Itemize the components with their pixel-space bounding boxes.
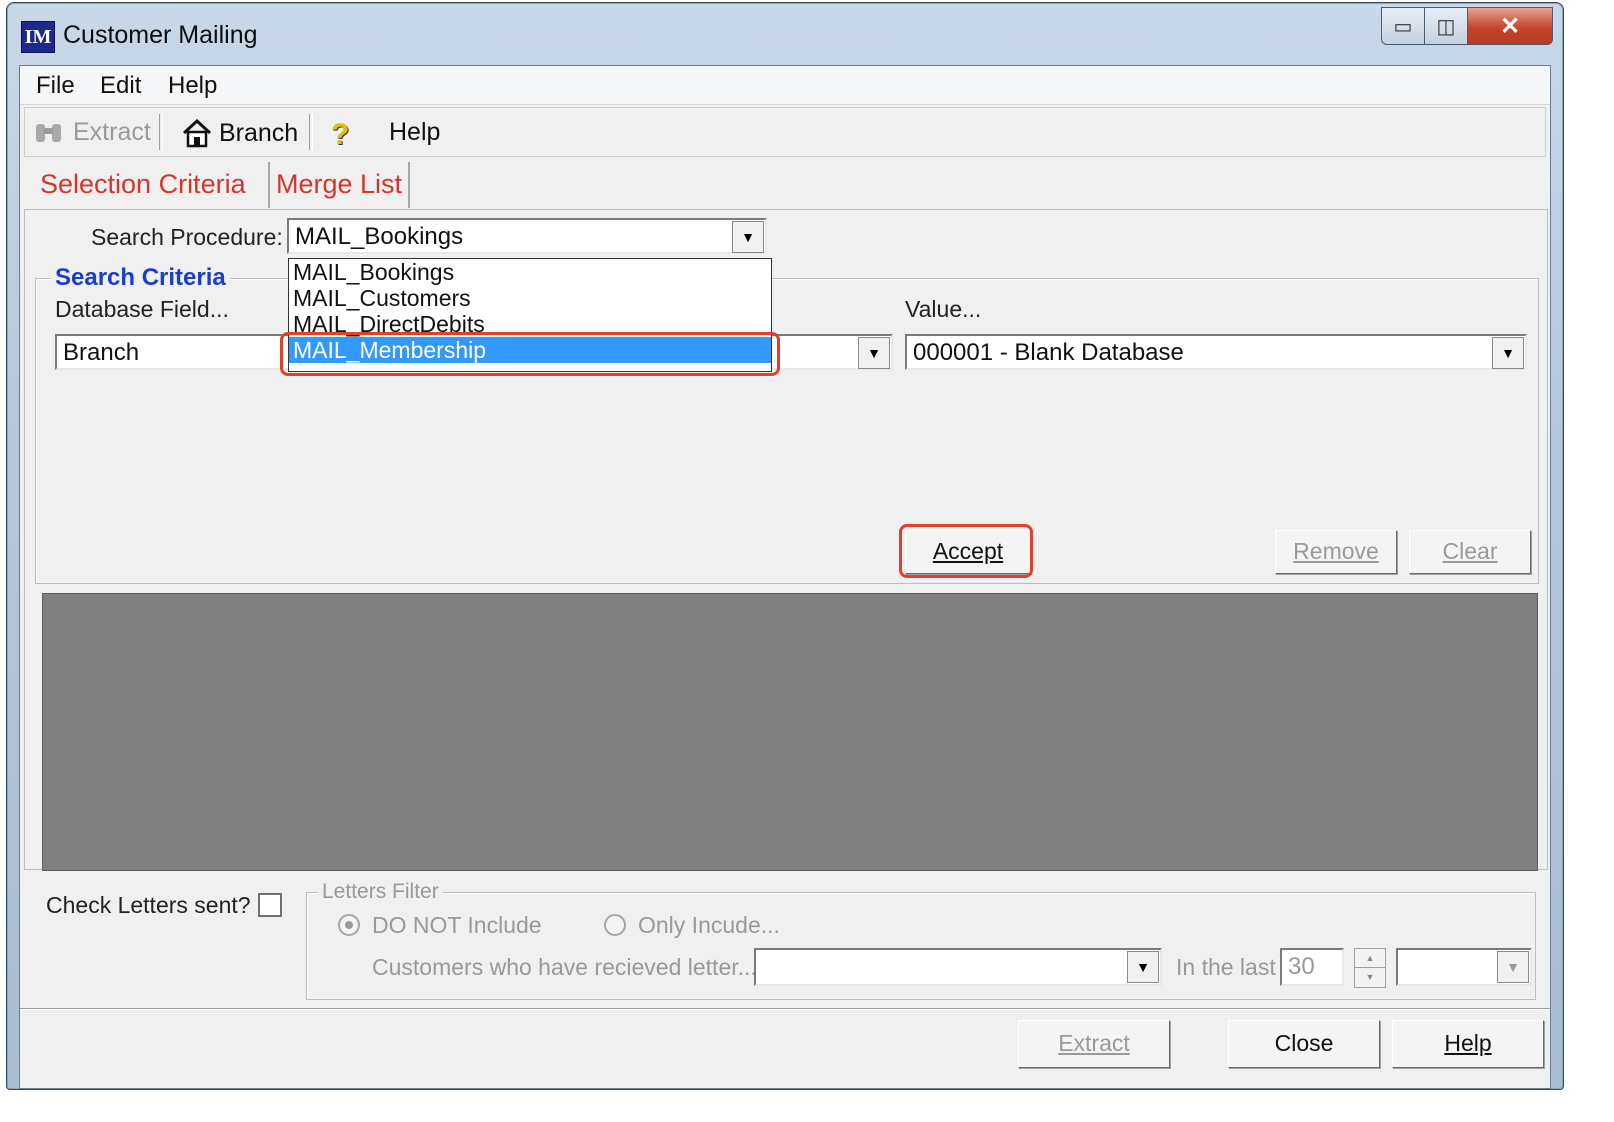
chevron-down-icon[interactable]: ▼ [1497,951,1529,983]
days-input[interactable]: 30 [1280,948,1344,986]
remove-button[interactable]: Remove [1275,530,1397,574]
toolbar-separator [159,114,163,150]
period-combo[interactable]: ▼ [1396,948,1532,986]
chevron-down-icon[interactable]: ▼ [732,221,764,253]
value-combo-value: 000001 - Blank Database [913,339,1184,366]
application-window: IM Customer Mailing ▭ ◫ ✕ File Edit Help… [6,2,1564,1090]
accept-highlight-annotation [899,524,1033,578]
chevron-down-icon[interactable]: ▼ [858,337,890,369]
search-procedure-combo[interactable]: MAIL_Bookings ▼ [287,218,767,254]
close-icon: ✕ [1499,12,1521,40]
minimize-button[interactable]: ▭ [1381,7,1425,45]
title-bar[interactable]: IM Customer Mailing ▭ ◫ ✕ [7,3,1563,63]
help-button[interactable]: Help [1392,1020,1544,1068]
clear-button-label: Clear [1442,538,1498,564]
check-letters-label: Check Letters sent? [46,892,251,918]
days-spinner[interactable]: ▲ ▼ [1354,948,1386,988]
menu-file[interactable]: File [36,72,75,100]
tab-merge-list[interactable]: Merge List [268,162,411,208]
chevron-down-icon[interactable]: ▼ [1127,951,1159,983]
extract-button[interactable]: Extract [1018,1020,1170,1068]
letters-filter-title: Letters Filter [318,880,443,904]
caption-buttons: ▭ ◫ ✕ [1381,7,1553,47]
dropdown-option[interactable]: MAIL_Customers [289,285,771,311]
toolbar-branch-button[interactable]: Branch [181,118,298,148]
binoculars-icon [36,123,61,142]
extract-button-label: Extract [1058,1030,1130,1056]
only-include-radio[interactable] [604,914,626,936]
app-logo-icon: IM [21,21,55,53]
membership-highlight-annotation [280,332,780,376]
spin-up-icon[interactable]: ▲ [1355,949,1385,968]
toolbar-extract-button[interactable]: Extract [33,118,151,147]
check-letters-checkbox[interactable] [258,893,282,917]
maximize-icon: ◫ [1436,15,1456,38]
toolbar-branch-label: Branch [219,118,299,147]
spin-down-icon[interactable]: ▼ [1355,968,1385,986]
toolbar-help-label: Help [389,118,441,146]
toolbar-extract-label: Extract [73,118,151,146]
chevron-down-icon[interactable]: ▼ [1492,337,1524,369]
do-not-include-radio[interactable] [338,914,360,936]
toolbar-help-button[interactable]: Help [389,118,440,147]
received-letter-combo[interactable]: ▼ [754,948,1162,986]
tab-selection-criteria[interactable]: Selection Criteria [34,162,252,208]
help-question-icon: ? [331,118,350,151]
do-not-include-label: DO NOT Include [372,912,542,938]
client-area: File Edit Help Extract Branch ? Help Sel… [19,65,1551,1089]
house-icon [182,118,212,148]
close-button[interactable]: Close [1228,1020,1380,1068]
toolbar-help-icon-button[interactable]: ? [331,118,349,152]
database-field-label: Database Field... [55,296,229,322]
received-letter-label: Customers who have recieved letter... [372,954,757,980]
results-grid-area [42,593,1538,871]
close-button-label: Close [1274,1030,1334,1056]
only-include-label: Only Incude... [638,912,780,938]
remove-button-label: Remove [1293,538,1379,564]
in-the-last-label: In the last [1176,954,1276,980]
toolbar-separator [309,114,313,150]
close-window-button[interactable]: ✕ [1467,7,1553,45]
search-procedure-label: Search Procedure: [91,224,283,250]
value-combo[interactable]: 000001 - Blank Database ▼ [905,334,1527,370]
dropdown-option[interactable]: MAIL_Bookings [289,259,771,285]
search-procedure-value: MAIL_Bookings [295,223,464,250]
days-value: 30 [1288,953,1315,980]
maximize-button[interactable]: ◫ [1424,7,1468,45]
footer-divider [20,1008,1550,1010]
toolbar: Extract Branch ? Help [24,107,1546,157]
menu-bar: File Edit Help [20,66,1550,105]
value-label: Value... [905,296,982,322]
search-criteria-title: Search Criteria [51,264,230,292]
help-button-label: Help [1444,1030,1492,1056]
menu-help[interactable]: Help [168,72,217,100]
window-title: Customer Mailing [63,21,258,49]
clear-button[interactable]: Clear [1409,530,1531,574]
menu-edit[interactable]: Edit [100,72,141,100]
minimize-icon: ▭ [1393,15,1413,38]
database-field-value: Branch [63,339,140,366]
